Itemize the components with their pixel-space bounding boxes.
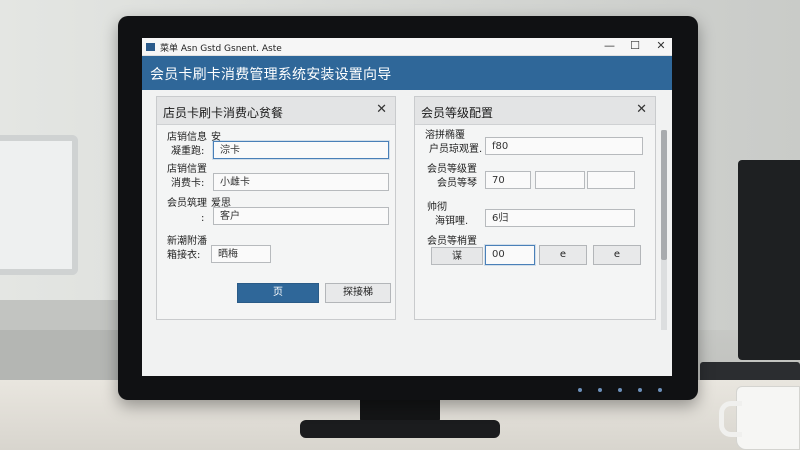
panel-title: 店员卡刷卡消费心贫餐: [163, 106, 284, 120]
field-label: 箱接衣:: [167, 250, 201, 261]
field-group-label: 新潮附潘: [167, 236, 207, 247]
scrollbar[interactable]: [661, 130, 667, 330]
field-label: 凝重跑:: [171, 146, 205, 157]
level-option-button-1[interactable]: e: [539, 245, 587, 265]
level-input-2[interactable]: [535, 171, 585, 189]
app-header: 会员卡刷卡消费管理系统安装设置向导: [142, 56, 672, 90]
coffee-mug: [719, 386, 800, 450]
app-icon: [146, 43, 155, 51]
field-group-label: 会员等级置: [427, 164, 477, 175]
field-label: :: [201, 213, 205, 224]
background-monitor-right: [738, 160, 800, 360]
monitor-led-icon: [618, 388, 622, 392]
window-titlebar: 菜单 Asn Gstd Gsnent. Aste — ☐ ✕: [142, 38, 672, 56]
secondary-button[interactable]: 探接梯: [325, 283, 391, 303]
store-info-input[interactable]: 淙卡: [213, 141, 389, 159]
new-setting-input[interactable]: 晒梅: [211, 245, 271, 263]
member-input[interactable]: 客户: [213, 207, 389, 225]
field-group-label: 会员筑理: [167, 198, 207, 209]
level-input-3[interactable]: [587, 171, 635, 189]
field-group-label: 溶拼椭覆: [425, 130, 465, 141]
screen: 菜单 Asn Gstd Gsnent. Aste — ☐ ✕ 会员卡刷卡消费管理…: [142, 38, 672, 376]
level-value-input[interactable]: 00: [485, 245, 535, 265]
app-title: 会员卡刷卡消费管理系统安装设置向导: [150, 67, 392, 83]
minimize-icon[interactable]: —: [604, 39, 615, 52]
panel-title: 会员等级配置: [421, 106, 494, 120]
field-group-label: 店销信置: [167, 164, 207, 175]
field-label: 海铒哩.: [435, 216, 469, 227]
field-label: 会员等琴: [437, 178, 477, 189]
close-icon[interactable]: ✕: [656, 39, 666, 52]
close-icon[interactable]: ✕: [376, 102, 387, 117]
level-option-button-2[interactable]: e: [593, 245, 641, 265]
field-group-label: 店销信息: [167, 132, 207, 143]
window-title: 菜单 Asn Gstd Gsnent. Aste: [160, 44, 282, 54]
level-rule-input[interactable]: 6归: [485, 209, 635, 227]
monitor-stand-base: [300, 420, 500, 438]
field-group-label: 帅彻: [427, 202, 447, 213]
level-select[interactable]: 谋: [431, 247, 483, 265]
monitor-led-icon: [638, 388, 642, 392]
panel-header: 会员等级配置 ✕: [415, 97, 655, 125]
level-input-1[interactable]: 70: [485, 171, 531, 189]
panel-member-level: 会员等级配置 ✕ 溶拼椭覆 户员琼观置. f80 会员等级置 会员等琴 70 帅…: [414, 96, 656, 320]
background-monitor-left: [0, 135, 78, 275]
panel-header: 店员卡刷卡消费心贫餐 ✕: [157, 97, 395, 125]
member-count-input[interactable]: f80: [485, 137, 643, 155]
store-card-input[interactable]: 小雌卡: [213, 173, 389, 191]
maximize-icon[interactable]: ☐: [630, 39, 640, 52]
scrollbar-thumb[interactable]: [661, 130, 667, 260]
primary-button[interactable]: 页: [237, 283, 319, 303]
monitor-led-icon: [658, 388, 662, 392]
window-controls: — ☐ ✕: [604, 39, 666, 52]
background-desk-left: [0, 300, 120, 330]
monitor-led-icon: [598, 388, 602, 392]
panel-store-settings: 店员卡刷卡消费心贫餐 ✕ 店销信息 安 凝重跑: 淙卡 店销信置 消费卡: 小雌…: [156, 96, 396, 320]
field-label: 消费卡:: [171, 178, 205, 189]
monitor-led-icon: [578, 388, 582, 392]
field-label: 户员琼观置.: [429, 144, 483, 155]
close-icon[interactable]: ✕: [636, 102, 647, 117]
